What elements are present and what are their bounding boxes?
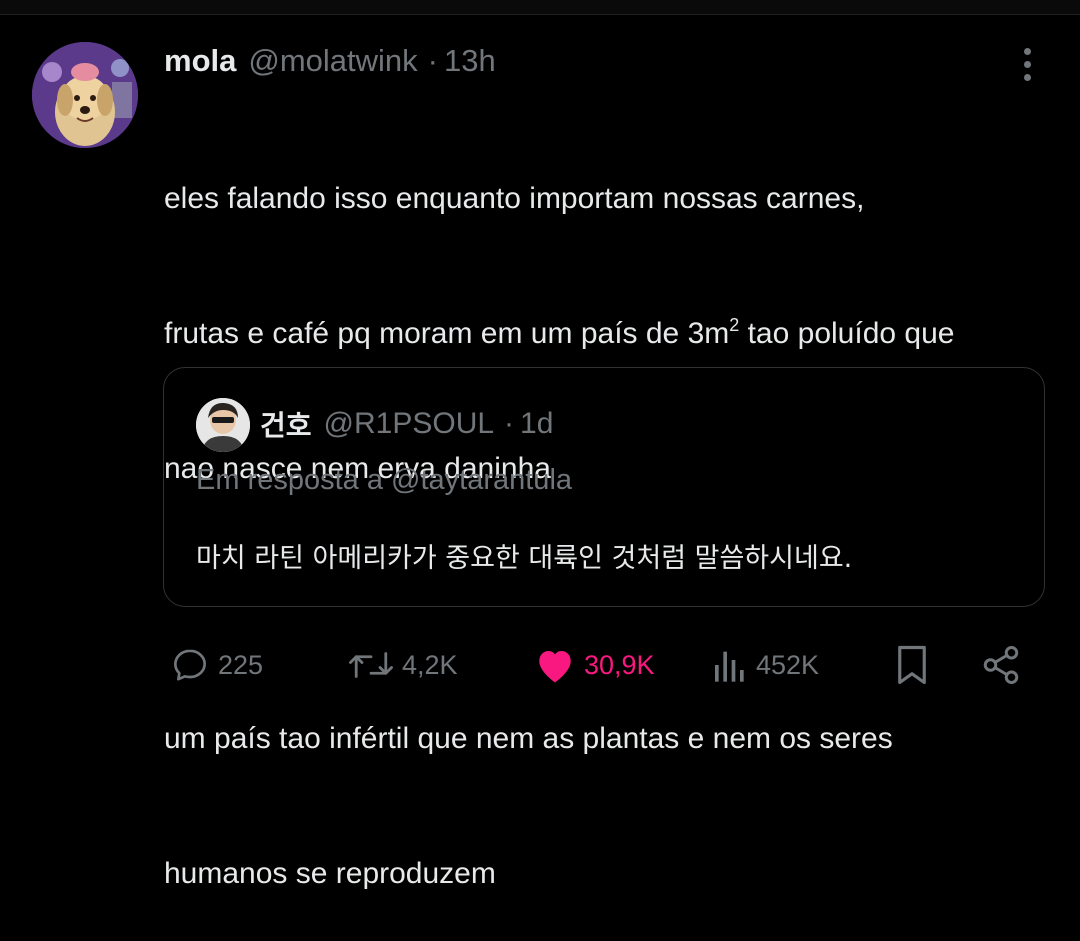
- tweet-header: mola @molatwink · 13h: [164, 38, 496, 84]
- avatar[interactable]: [32, 42, 138, 148]
- quoted-tweet[interactable]: 건호 @R1PSOUL · 1d Em resposta a @taytaran…: [163, 367, 1045, 607]
- tweet-text-line: frutas e café pq moram em um país de 3m2…: [164, 315, 955, 350]
- quote-timestamp: 1d: [520, 407, 554, 440]
- separator-dot: ·: [504, 407, 515, 440]
- reply-to-label: Em resposta a @taytarantula: [196, 464, 573, 496]
- views-icon: [715, 651, 744, 682]
- bookmark-button[interactable]: [894, 640, 930, 690]
- share-button[interactable]: [980, 640, 1022, 690]
- views-button[interactable]: 452K: [712, 640, 819, 690]
- quote-avatar-image: [196, 398, 250, 452]
- handle[interactable]: @molatwink: [248, 43, 417, 79]
- heart-icon: [539, 651, 571, 683]
- reply-icon: [174, 649, 207, 681]
- quote-text: 마치 라틴 아메리카가 중요한 대륙인 것처럼 말씀하시네요.: [196, 543, 853, 574]
- quote-handle[interactable]: @R1PSOUL: [324, 407, 495, 441]
- retweet-count: 4,2K: [402, 649, 458, 680]
- tweet-text-line: eles falando isso enquanto importam noss…: [164, 182, 865, 215]
- like-button[interactable]: 30,9K: [534, 640, 655, 690]
- like-count: 30,9K: [584, 649, 655, 680]
- share-icon: [983, 646, 1019, 684]
- bookmark-icon: [898, 645, 926, 685]
- quote-avatar[interactable]: [196, 398, 250, 452]
- retweet-button[interactable]: 4,2K: [348, 640, 458, 690]
- timestamp[interactable]: 13h: [444, 43, 496, 79]
- superscript: 2: [729, 315, 740, 335]
- tweet-text-line: um país tao infértil que nem as plantas …: [164, 722, 893, 755]
- action-bar: 225 4,2K 30,9K 452K: [0, 630, 1080, 700]
- display-name[interactable]: mola: [164, 43, 236, 79]
- reply-count: 225: [218, 649, 264, 680]
- avatar-image: [32, 42, 138, 148]
- more-button[interactable]: [1012, 44, 1042, 84]
- quote-header: 건호 @R1PSOUL · 1d: [260, 404, 553, 444]
- top-divider: [0, 0, 1080, 15]
- quote-display-name[interactable]: 건호: [260, 404, 312, 444]
- reply-button[interactable]: 225: [170, 640, 263, 690]
- tweet-text-line: humanos se reproduzem: [164, 857, 496, 890]
- retweet-icon: [349, 652, 393, 678]
- more-icon: [1023, 47, 1031, 55]
- separator-dot: ·: [427, 43, 438, 78]
- views-count: 452K: [756, 649, 820, 680]
